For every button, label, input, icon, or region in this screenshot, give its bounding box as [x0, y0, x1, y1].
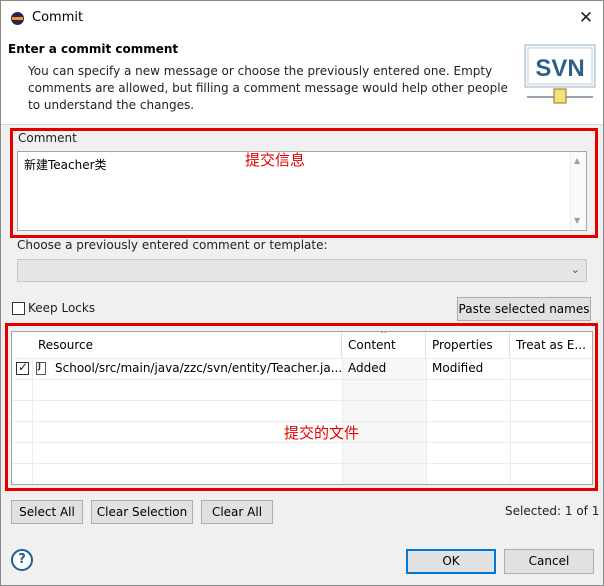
ok-button[interactable]: OK: [406, 549, 496, 574]
header-title: Enter a commit comment: [8, 42, 179, 56]
clear-selection-button[interactable]: Clear Selection: [91, 500, 193, 524]
scroll-down-icon[interactable]: ▼: [574, 216, 580, 225]
comment-label: Comment: [18, 131, 77, 145]
eclipse-icon: [11, 12, 24, 25]
clear-all-button[interactable]: Clear All: [201, 500, 273, 524]
window-title: Commit: [32, 10, 84, 25]
paste-selected-names-button[interactable]: Paste selected names: [457, 297, 591, 321]
commit-dialog: Commit ✕ Enter a commit comment You can …: [0, 0, 604, 586]
comment-scrollbar[interactable]: ▲ ▼: [570, 152, 586, 230]
select-all-button[interactable]: Select All: [11, 500, 83, 524]
svn-logo: SVN: [524, 44, 596, 104]
files-annotation: 提交的文件: [284, 424, 360, 442]
previous-comment-select[interactable]: ⌄: [17, 259, 587, 282]
title-bar: Commit ✕: [1, 1, 603, 35]
help-icon[interactable]: ?: [11, 549, 33, 571]
dropdown-arrow-icon[interactable]: ⌄: [571, 263, 580, 276]
previous-comment-label: Choose a previously entered comment or t…: [17, 238, 328, 252]
selected-count: Selected: 1 of 1: [505, 504, 600, 518]
comment-text: 新建Teacher类: [24, 158, 107, 172]
keep-locks-label: Keep Locks: [28, 301, 96, 315]
cancel-button[interactable]: Cancel: [504, 549, 594, 574]
comment-annotation: 提交信息: [245, 151, 306, 169]
keep-locks-checkbox[interactable]: [12, 302, 25, 315]
header-description: You can specify a new message or choose …: [28, 64, 508, 112]
svn-logo-text: SVN: [535, 55, 584, 82]
files-highlight-frame: [5, 323, 598, 491]
close-icon[interactable]: ✕: [573, 7, 599, 29]
scroll-up-icon[interactable]: ▲: [574, 156, 580, 165]
